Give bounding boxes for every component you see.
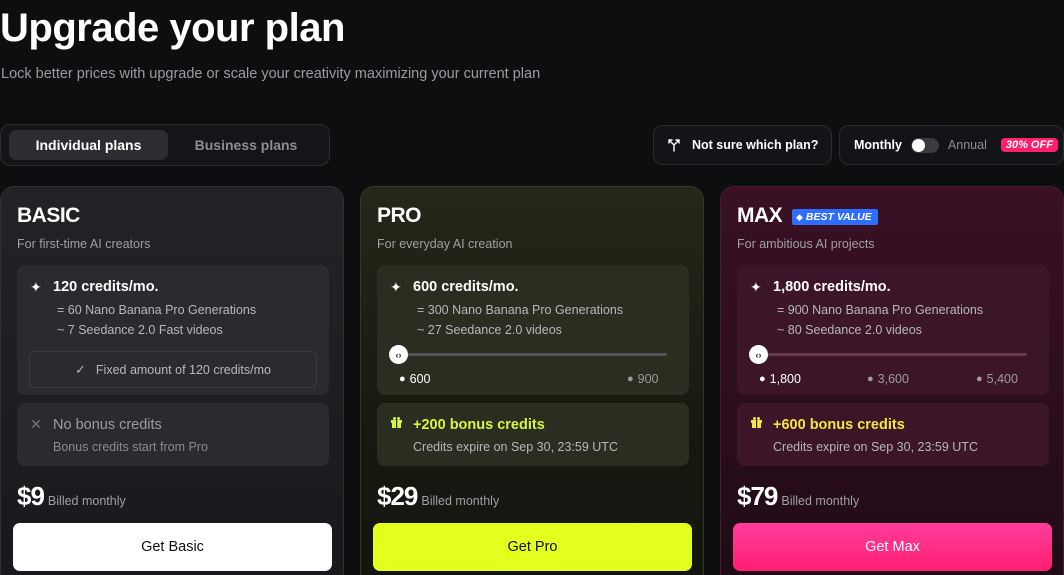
bonus-title: +200 bonus credits — [413, 417, 545, 433]
bonus-title: No bonus credits — [53, 417, 162, 433]
billing-monthly-label[interactable]: Monthly — [854, 138, 902, 152]
page-title: Upgrade your plan — [0, 6, 345, 50]
bonus-subtitle: Bonus credits start from Pro — [53, 440, 208, 454]
coins-icon: ● — [627, 373, 634, 385]
credits-option[interactable]: ● 5,400 — [976, 372, 1018, 386]
plan-tagline: For first-time AI creators — [17, 237, 151, 251]
credits-equivalent-images: = 60 Nano Banana Pro Generations — [57, 303, 257, 317]
billing-toggle-knob — [911, 138, 925, 152]
sparkle-icon: ✦ — [390, 279, 402, 295]
credits-option-label: 1,800 — [769, 372, 801, 386]
x-icon: ✕ — [30, 416, 42, 432]
price-amount: $79 — [737, 481, 778, 511]
price-amount: $29 — [377, 481, 418, 511]
best-value-badge: ◆ BEST VALUE — [792, 209, 878, 225]
plan-type-switch: Individual plans Business plans — [0, 124, 330, 166]
billing-period-switch: Monthly Annual 30% OFF — [839, 125, 1064, 165]
credits-option-label: 3,600 — [877, 372, 909, 386]
bonus-subtitle: Credits expire on Sep 30, 23:59 UTC — [773, 440, 978, 454]
credits-amount: 120 credits/mo. — [53, 279, 159, 295]
bonus-box: +600 bonus credits Credits expire on Sep… — [737, 403, 1049, 466]
price-amount: $9 — [17, 481, 45, 511]
fixed-credits-note: ✓ Fixed amount of 120 credits/mo — [29, 351, 317, 388]
check-icon: ✓ — [75, 361, 86, 377]
credits-box: ✦ 120 credits/mo. = 60 Nano Banana Pro G… — [17, 265, 329, 395]
credits-amount: 1,800 credits/mo. — [773, 279, 891, 295]
coins-icon: ● — [976, 373, 983, 385]
credits-equivalent-videos: ~ 27 Seedance 2.0 videos — [417, 323, 562, 337]
credits-slider-handle[interactable]: ‹› — [389, 345, 408, 364]
credits-equivalent-videos: ~ 7 Seedance 2.0 Fast videos — [57, 323, 223, 337]
price-billing-note: Billed monthly — [781, 494, 860, 508]
discount-badge: 30% OFF — [1000, 138, 1058, 152]
tab-individual-plans[interactable]: Individual plans — [9, 130, 168, 160]
coins-icon: ● — [867, 373, 874, 385]
credits-option-label: 5,400 — [986, 372, 1018, 386]
bonus-box: ✕ No bonus credits Bonus credits start f… — [17, 403, 329, 466]
diamond-icon: ◆ — [796, 212, 803, 222]
credits-option[interactable]: ● 600 — [399, 372, 431, 386]
plan-card-max: MAX ◆ BEST VALUE For ambitious AI projec… — [720, 186, 1064, 575]
credits-option[interactable]: ● 900 — [627, 372, 659, 386]
credits-equivalent-videos: ~ 80 Seedance 2.0 videos — [777, 323, 922, 337]
billing-toggle[interactable] — [910, 137, 939, 153]
get-basic-button[interactable]: Get Basic — [13, 523, 332, 571]
price-billing-note: Billed monthly — [421, 494, 500, 508]
price-billing-note: Billed monthly — [47, 494, 126, 508]
credits-option[interactable]: ● 1,800 — [759, 372, 801, 386]
credits-box: ✦ 1,800 credits/mo. = 900 Nano Banana Pr… — [737, 265, 1049, 395]
bonus-title: +600 bonus credits — [773, 417, 905, 433]
sparkle-icon: ✦ — [750, 279, 762, 295]
credits-equivalent-images: = 900 Nano Banana Pro Generations — [777, 303, 984, 317]
credits-slider-track[interactable] — [759, 353, 1027, 356]
credits-slider-handle[interactable]: ‹› — [749, 345, 768, 364]
tab-business-plans[interactable]: Business plans — [171, 130, 321, 160]
plan-name: PRO — [377, 204, 422, 227]
page-subtitle: Lock better prices with upgrade or scale… — [1, 66, 541, 82]
fixed-credits-label: Fixed amount of 120 credits/mo — [95, 362, 271, 377]
billing-annual-label[interactable]: Annual — [948, 138, 987, 152]
plan-card-basic: BASIC For first-time AI creators ✦ 120 c… — [0, 186, 344, 575]
credits-equivalent-images: = 300 Nano Banana Pro Generations — [417, 303, 624, 317]
plan-name: BASIC — [17, 204, 80, 227]
gift-icon — [390, 416, 403, 432]
sparkle-icon: ✦ — [30, 279, 42, 295]
coins-icon: ● — [399, 373, 406, 385]
get-pro-button[interactable]: Get Pro — [373, 523, 692, 571]
route-fork-icon — [666, 137, 682, 153]
plan-name: MAX — [737, 204, 783, 227]
credits-box: ✦ 600 credits/mo. = 300 Nano Banana Pro … — [377, 265, 689, 395]
coins-icon: ● — [759, 373, 766, 385]
plan-price: $9 Billed monthly — [17, 481, 126, 512]
plan-price: $79 Billed monthly — [737, 481, 859, 512]
bonus-box: +200 bonus credits Credits expire on Sep… — [377, 403, 689, 466]
gift-icon — [750, 416, 763, 432]
plan-help-button[interactable]: Not sure which plan? — [653, 125, 832, 165]
credits-slider-track[interactable] — [399, 353, 667, 356]
plan-price: $29 Billed monthly — [377, 481, 499, 512]
plan-card-pro: PRO For everyday AI creation ✦ 600 credi… — [360, 186, 704, 575]
credits-option-label: 900 — [637, 372, 659, 386]
plan-help-label: Not sure which plan? — [692, 138, 819, 152]
best-value-label: BEST VALUE — [805, 211, 872, 223]
plan-tagline: For everyday AI creation — [377, 237, 513, 251]
credits-option-label: 600 — [409, 372, 431, 386]
credits-option[interactable]: ● 3,600 — [867, 372, 909, 386]
get-max-button[interactable]: Get Max — [733, 523, 1052, 571]
bonus-subtitle: Credits expire on Sep 30, 23:59 UTC — [413, 440, 618, 454]
plan-tagline: For ambitious AI projects — [737, 237, 875, 251]
credits-amount: 600 credits/mo. — [413, 279, 519, 295]
